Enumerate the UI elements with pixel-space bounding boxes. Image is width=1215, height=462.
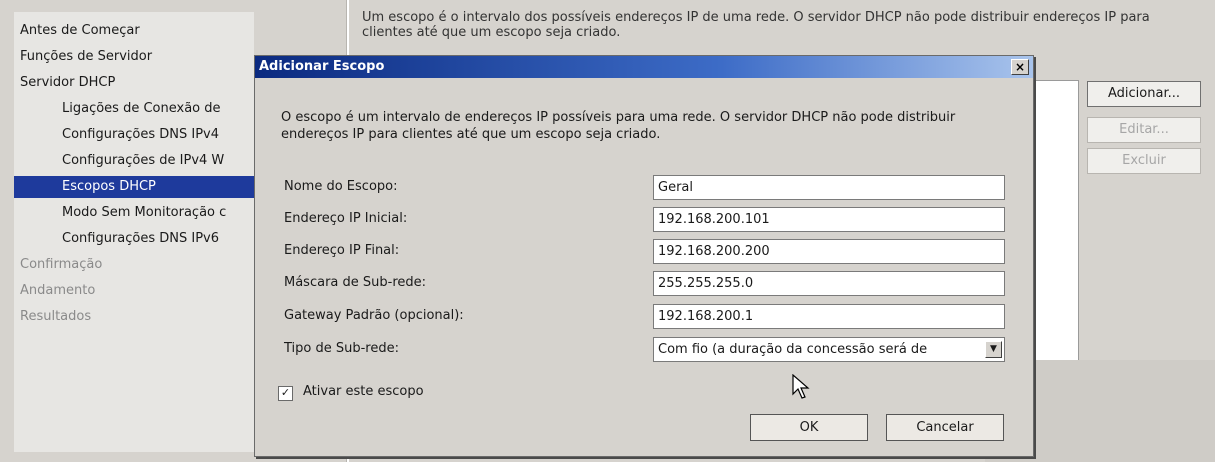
edit-button: Editar... bbox=[1087, 117, 1201, 143]
end-ip-field[interactable]: 192.168.200.200 bbox=[653, 239, 1005, 264]
add-button[interactable]: Adicionar... bbox=[1087, 81, 1201, 107]
nav-item-funcoes-de-servidor[interactable]: Funções de Servidor bbox=[14, 46, 152, 68]
nav-item-resultados: Resultados bbox=[20, 309, 92, 324]
dialog-title: Adicionar Escopo bbox=[259, 59, 385, 74]
subnet-mask-label: Máscara de Sub-rede: bbox=[284, 275, 427, 290]
mouse-pointer-icon bbox=[792, 374, 810, 399]
scope-name-field[interactable]: Geral bbox=[653, 175, 1005, 200]
subnet-type-label: Tipo de Sub-rede: bbox=[284, 341, 399, 356]
nav-item-ligacoes-de-conexao[interactable]: Ligações de Conexão de bbox=[14, 98, 221, 120]
gateway-field[interactable]: 192.168.200.1 bbox=[653, 304, 1005, 329]
page-description: Um escopo é o intervalo dos possíveis en… bbox=[362, 10, 1150, 40]
start-ip-label: Endereço IP Inicial: bbox=[284, 211, 408, 226]
subnet-type-value: Com fio (a duração da concessão será de bbox=[658, 342, 928, 357]
dialog-description: O escopo é um intervalo de endereços IP … bbox=[281, 110, 956, 142]
wizard-sidebar: Antes de Começar Funções de Servidor Ser… bbox=[14, 12, 308, 452]
add-scope-dialog: Adicionar Escopo × O escopo é um interva… bbox=[254, 55, 1034, 457]
gateway-label: Gateway Padrão (opcional): bbox=[284, 308, 464, 323]
close-icon[interactable]: × bbox=[1011, 59, 1029, 75]
subnet-type-select[interactable]: Com fio (a duração da concessão será de … bbox=[653, 337, 1005, 362]
ok-button[interactable]: OK bbox=[750, 414, 868, 441]
activate-scope-checkbox[interactable]: ✓ bbox=[278, 386, 293, 401]
cancel-button[interactable]: Cancelar bbox=[886, 414, 1004, 441]
delete-button: Excluir bbox=[1087, 148, 1201, 174]
dialog-titlebar[interactable]: Adicionar Escopo bbox=[255, 56, 1033, 78]
nav-item-config-dns-ipv6[interactable]: Configurações DNS IPv6 bbox=[14, 228, 219, 250]
scope-name-label: Nome do Escopo: bbox=[284, 179, 398, 194]
start-ip-field[interactable]: 192.168.200.101 bbox=[653, 207, 1005, 232]
nav-item-confirmacao: Confirmação bbox=[20, 257, 103, 272]
nav-item-antes-de-comecar[interactable]: Antes de Começar bbox=[14, 20, 140, 42]
subnet-mask-field[interactable]: 255.255.255.0 bbox=[653, 271, 1005, 296]
activate-scope-label[interactable]: Ativar este escopo bbox=[303, 383, 424, 401]
nav-item-andamento: Andamento bbox=[20, 283, 96, 298]
chevron-down-icon[interactable]: ▼ bbox=[985, 341, 1002, 358]
nav-item-config-dns-ipv4[interactable]: Configurações DNS IPv4 bbox=[14, 124, 219, 146]
nav-item-modo-sem-monitoracao[interactable]: Modo Sem Monitoração c bbox=[14, 202, 226, 224]
nav-item-servidor-dhcp[interactable]: Servidor DHCP bbox=[14, 72, 115, 94]
end-ip-label: Endereço IP Final: bbox=[284, 243, 400, 258]
nav-item-config-ipv4-wins[interactable]: Configurações de IPv4 W bbox=[14, 150, 224, 172]
